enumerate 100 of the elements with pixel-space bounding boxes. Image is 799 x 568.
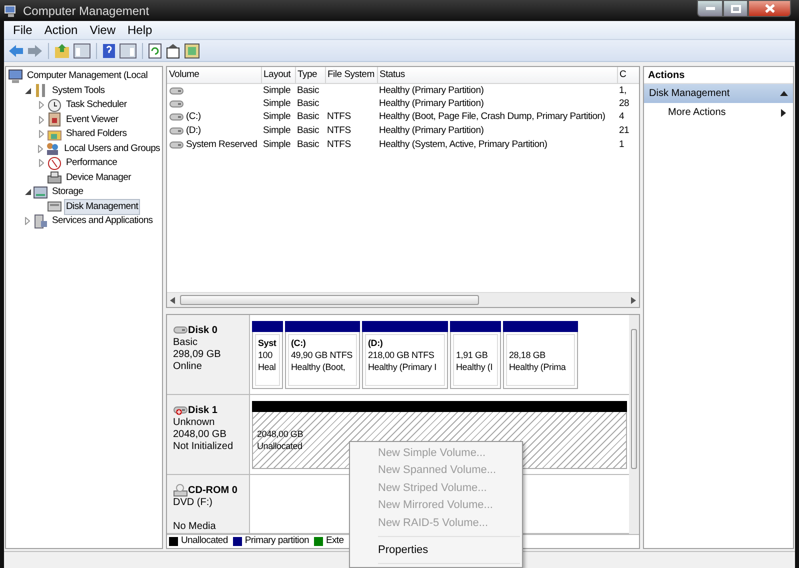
partition-label: 49,90 GB NTFS — [291, 350, 352, 360]
tree-item[interactable]: Computer Management (Local — [25, 68, 150, 84]
disk-info: DVD (F:) — [173, 497, 212, 508]
column-header[interactable]: Layout — [261, 67, 295, 83]
computer-icon — [8, 68, 23, 84]
scrollbar-thumb[interactable] — [631, 329, 637, 469]
partition-label: Unallocated — [257, 441, 302, 451]
maximize-button[interactable] — [723, 0, 748, 17]
table-cell: Healthy (Primary Partition) — [379, 98, 484, 109]
expanded-arrow-icon[interactable] — [24, 88, 30, 94]
panel-icon[interactable] — [73, 42, 91, 58]
close-button[interactable] — [748, 0, 791, 17]
legend-label: Primary partition — [244, 534, 309, 548]
scrollbar-thumb[interactable] — [180, 295, 479, 305]
window-title: Computer Management — [23, 2, 150, 20]
menu-item[interactable]: Help — [122, 21, 158, 39]
column-header[interactable]: Type — [295, 67, 325, 83]
table-cell: Basic — [297, 138, 319, 150]
tree-item[interactable]: Services and Applications — [50, 213, 155, 230]
column-header[interactable]: Status — [377, 67, 617, 83]
computer-icon — [4, 4, 18, 18]
tree-item[interactable]: Device Manager — [64, 170, 133, 186]
tree-item[interactable]: Performance — [64, 155, 120, 172]
collapsed-arrow-icon[interactable] — [25, 217, 30, 226]
submenu-arrow-icon — [781, 108, 786, 116]
disk-info: Not Initialized — [173, 441, 234, 452]
table-cell: Healthy (Primary Partition) — [379, 84, 484, 96]
menu-item[interactable]: File — [8, 21, 38, 39]
minimize-button[interactable] — [697, 0, 723, 17]
cd-drive-icon — [173, 484, 188, 497]
collapsed-arrow-icon[interactable] — [39, 130, 44, 138]
back-icon[interactable] — [8, 44, 24, 58]
table-cell: NTFS — [327, 111, 351, 122]
table-cell: Simple — [263, 98, 291, 109]
table-cell: 4 — [619, 111, 624, 122]
panel-icon[interactable] — [119, 42, 137, 58]
refresh-icon[interactable] — [148, 42, 162, 58]
table-cell: 21 — [619, 125, 630, 136]
menu-item[interactable]: View — [84, 21, 120, 39]
table-cell: (C:) — [186, 110, 201, 124]
partition-label: 28,18 GB — [509, 350, 546, 360]
tree-item[interactable]: Task Scheduler — [64, 97, 129, 114]
table-cell: Basic — [297, 111, 319, 122]
collapsed-arrow-icon[interactable] — [39, 101, 44, 110]
disk-info: Online — [173, 361, 202, 372]
menu-item[interactable]: Properties — [352, 540, 520, 559]
collapse-arrow-icon[interactable] — [780, 91, 788, 96]
table-cell: 1 — [619, 138, 624, 150]
scroll-right-icon[interactable] — [631, 296, 636, 304]
action-link[interactable]: More Actions — [668, 105, 726, 120]
partition-label: 218,00 GB NTFS — [368, 350, 434, 360]
table-cell: System Reserved — [186, 138, 258, 151]
disk-name: Disk 0 — [188, 324, 218, 336]
collapsed-arrow-icon[interactable] — [39, 116, 44, 124]
minimize-icon — [706, 7, 714, 10]
maximize-icon — [730, 4, 740, 12]
scroll-left-icon[interactable] — [170, 296, 175, 304]
table-cell: Basic — [297, 125, 319, 136]
column-header[interactable]: Volume — [167, 67, 261, 83]
disk-info: Unknown — [173, 417, 215, 428]
table-cell: Basic — [297, 84, 319, 96]
table-cell: (D:) — [186, 124, 201, 138]
tree-item[interactable]: System Tools — [50, 82, 107, 99]
drive-icon — [169, 98, 184, 109]
table-cell: NTFS — [327, 138, 351, 150]
table-cell: Simple — [263, 125, 291, 136]
tree-item[interactable]: Shared Folders — [64, 126, 129, 142]
legend-label: Unallocated — [181, 534, 228, 548]
tree-item[interactable]: Storage — [50, 184, 86, 200]
partition-label: 2048,00 GB — [257, 429, 304, 439]
column-header[interactable]: File System — [325, 67, 377, 83]
gauge-icon — [47, 156, 62, 171]
log-icon — [47, 112, 62, 128]
disk-info: 2048,00 GB — [173, 429, 226, 440]
partition-label: Syst — [258, 338, 276, 348]
folder-up-icon[interactable] — [54, 42, 70, 58]
tree-item[interactable]: Disk Management — [64, 198, 140, 215]
disk-name: Disk 1 — [188, 404, 218, 416]
table-cell: Simple — [263, 138, 291, 150]
collapsed-arrow-icon[interactable] — [39, 159, 44, 168]
table-cell: Simple — [263, 111, 291, 122]
partition-label: Healthy (I — [456, 362, 493, 372]
horizontal-scrollbar[interactable] — [167, 292, 639, 307]
drive-icon — [173, 404, 188, 417]
column-header[interactable]: C — [617, 67, 639, 83]
table-cell: 28 — [619, 98, 630, 109]
partition-label: 1,91 GB — [456, 350, 488, 360]
table-cell: 1, — [619, 84, 626, 96]
help-icon[interactable] — [102, 42, 116, 58]
partition-label: Healthy (Primary I — [368, 362, 436, 372]
menu-item[interactable]: Action — [39, 21, 83, 39]
collapsed-arrow-icon[interactable] — [38, 144, 44, 153]
drive-icon — [169, 84, 184, 96]
partition-label: (C:) — [291, 338, 306, 348]
tree-item[interactable]: Event Viewer — [64, 112, 120, 128]
vertical-scrollbar[interactable] — [629, 315, 639, 534]
tree-item[interactable]: Local Users and Groups — [62, 140, 162, 157]
storage-icon — [33, 184, 48, 200]
expanded-arrow-icon[interactable] — [24, 189, 30, 196]
close-icon — [764, 4, 774, 13]
